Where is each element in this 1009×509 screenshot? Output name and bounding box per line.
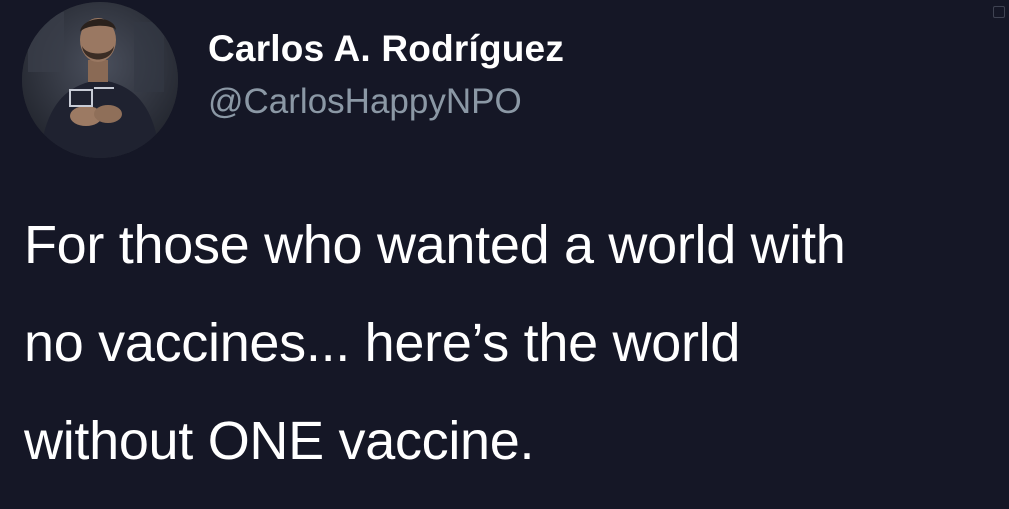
author-name[interactable]: Carlos A. Rodríguez [208,28,564,70]
tweet-card: Carlos A. Rodríguez @CarlosHappyNPO For … [0,0,1009,509]
author-handle[interactable]: @CarlosHappyNPO [208,82,522,122]
author-avatar[interactable] [22,2,178,158]
tweet-text-line: without ONE vaccine. [24,411,535,471]
tweet-text-line: For those who wanted a world with [24,215,846,275]
tweet-text: For those who wanted a world with no vac… [24,196,1009,490]
tweet-text-line: no vaccines... here’s the world [24,313,741,373]
profile-photo-icon [22,2,178,158]
corner-icon [993,6,1005,18]
